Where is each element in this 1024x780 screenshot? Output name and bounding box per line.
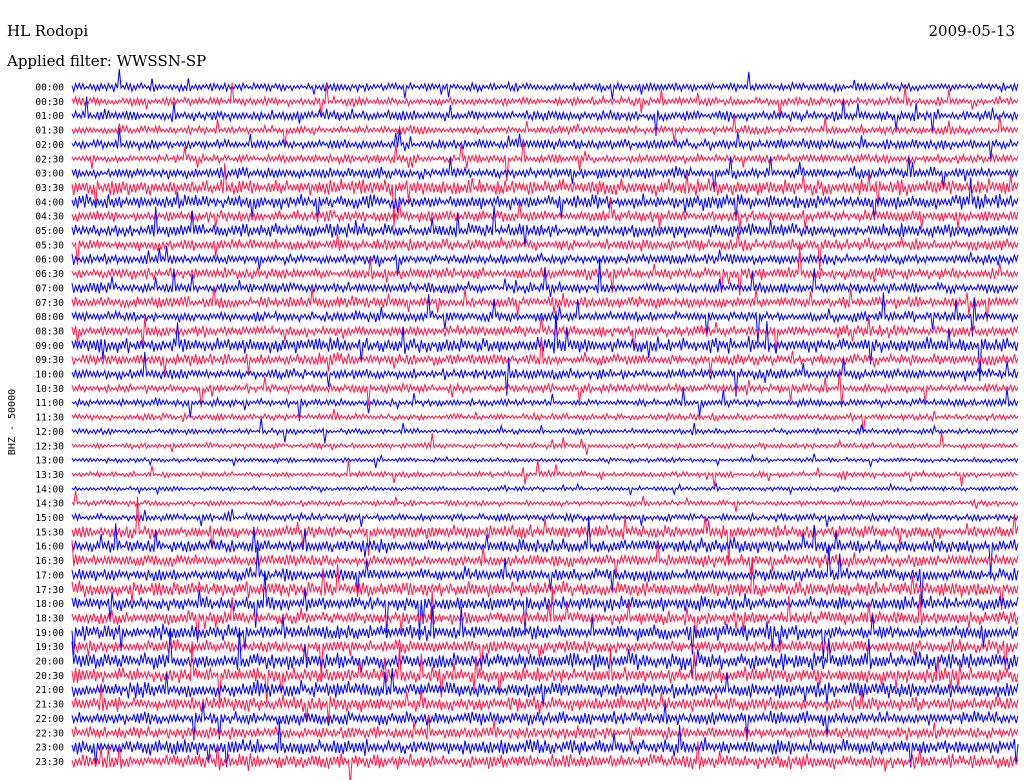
- trace-2200: [71, 702, 1019, 741]
- time-label: 22:30: [35, 728, 64, 739]
- trace-0230: [71, 139, 1019, 182]
- trace-0100: [71, 96, 1019, 136]
- trace-0830: [71, 316, 1019, 354]
- trace-1500: [71, 508, 1019, 527]
- time-label: 23:00: [35, 743, 64, 754]
- time-label: 20:30: [35, 671, 64, 682]
- time-label: 12:00: [35, 427, 64, 438]
- trace-2230: [71, 715, 1019, 744]
- time-label: 11:30: [35, 413, 64, 424]
- time-label: 05:00: [35, 226, 64, 237]
- time-label: 00:30: [35, 97, 64, 108]
- trace-1430: [71, 490, 1019, 512]
- time-label: 09:00: [35, 341, 64, 352]
- trace-1400: [71, 482, 1019, 496]
- time-label: 11:00: [35, 398, 64, 409]
- time-label: 21:30: [35, 700, 64, 711]
- time-label-layer: 00:00 00:30 01:00 01:30 02:00 02:30 03:00 03:30…: [35, 83, 64, 768]
- time-label: 23:30: [35, 757, 64, 768]
- trace-0530: [71, 232, 1019, 271]
- time-label: 00:00: [35, 83, 64, 94]
- time-label: 02:00: [35, 140, 64, 151]
- time-label: 16:00: [35, 542, 64, 553]
- time-label: 16:30: [35, 556, 64, 567]
- trace-1300: [71, 453, 1019, 469]
- time-label: 10:30: [35, 384, 64, 395]
- time-label: 13:30: [35, 470, 64, 481]
- time-label: 14:00: [35, 484, 64, 495]
- trace-1330: [71, 459, 1019, 487]
- time-label: 14:30: [35, 499, 64, 510]
- time-label: 09:30: [35, 355, 64, 366]
- helicorder-plot: 00:00 00:30 01:00 01:30 02:00 02:30 03:00 03:30…: [7, 69, 1019, 780]
- time-label: 02:30: [35, 154, 64, 165]
- time-label: 17:00: [35, 570, 64, 581]
- time-label: 01:30: [35, 126, 64, 137]
- time-label: 19:30: [35, 642, 64, 653]
- time-label: 03:00: [35, 169, 64, 180]
- time-label: 06:00: [35, 255, 64, 266]
- time-label: 06:30: [35, 269, 64, 280]
- time-label: 20:00: [35, 657, 64, 668]
- time-label: 19:00: [35, 628, 64, 639]
- time-label: 03:30: [35, 183, 64, 194]
- time-label: 17:30: [35, 585, 64, 596]
- trace-0000: [71, 69, 1019, 100]
- time-label: 12:30: [35, 441, 64, 452]
- time-label: 08:00: [35, 312, 64, 323]
- time-label: 04:30: [35, 212, 64, 223]
- trace-1530: [71, 496, 1019, 564]
- time-label: 22:00: [35, 714, 64, 725]
- channel-axis-label: BHZ - 50000: [7, 389, 18, 455]
- time-label: 04:00: [35, 197, 64, 208]
- time-label: 07:00: [35, 283, 64, 294]
- time-label: 21:00: [35, 685, 64, 696]
- time-label: 13:00: [35, 456, 64, 467]
- time-label: 18:00: [35, 599, 64, 610]
- time-label: 15:00: [35, 513, 64, 524]
- trace-2330: [71, 741, 1019, 780]
- trace-1230: [71, 431, 1019, 456]
- time-label: 01:00: [35, 111, 64, 122]
- time-label: 18:30: [35, 613, 64, 624]
- trace-0730: [71, 285, 1019, 322]
- trace-2000: [71, 627, 1019, 678]
- trace-1800: [71, 570, 1019, 634]
- trace-1200: [71, 417, 1019, 444]
- time-label: 15:30: [35, 527, 64, 538]
- time-label: 10:00: [35, 370, 64, 381]
- trace-layer: [71, 69, 1019, 780]
- time-label: 05:30: [35, 240, 64, 251]
- time-label: 07:30: [35, 298, 64, 309]
- time-label: 08:30: [35, 326, 64, 337]
- trace-2030: [71, 641, 1019, 703]
- trace-1600: [71, 516, 1019, 575]
